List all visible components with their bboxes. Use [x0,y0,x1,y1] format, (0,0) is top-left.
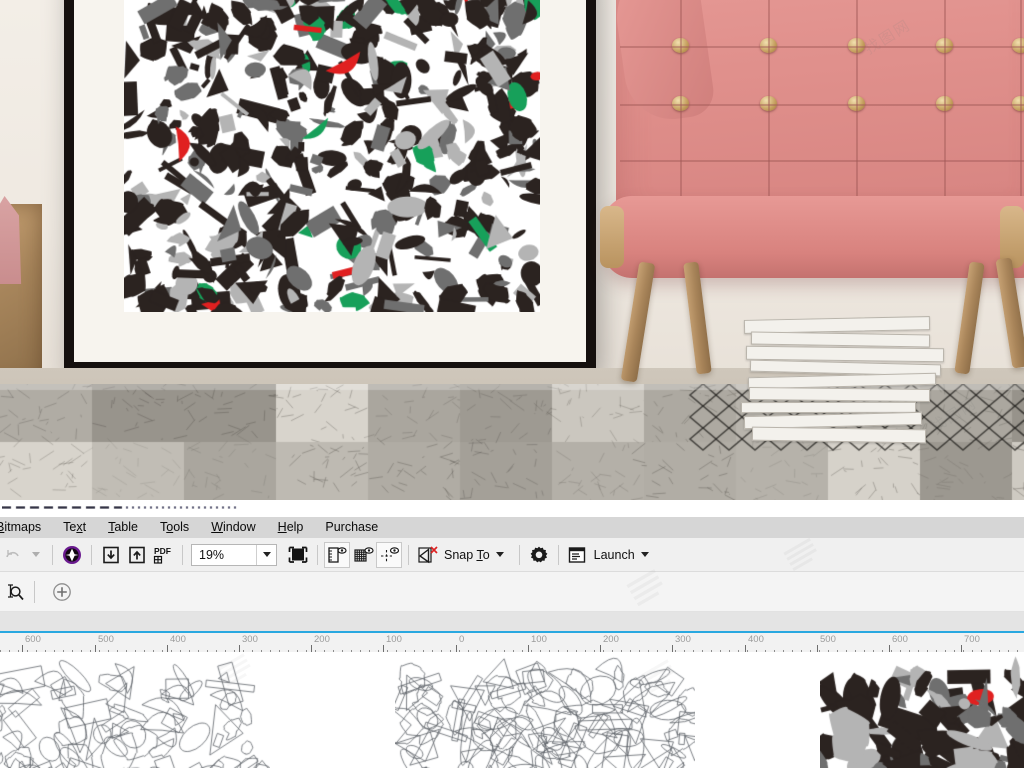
ruler-label: 100 [386,634,402,645]
ruler-major-tick [167,645,168,652]
toolbar-separator [91,544,92,565]
picture-frame [64,0,596,372]
menu-table[interactable]: Table [97,517,149,538]
show-grid-icon[interactable] [350,542,376,568]
undo-caret-icon[interactable] [32,552,40,557]
launch-label: Launch [593,547,635,562]
ruler-label: 100 [531,634,547,645]
artwork-filled-right[interactable] [820,652,1024,768]
toolbar-separator [182,544,183,565]
snap-to-caret-icon[interactable] [495,552,504,557]
ruler-major-tick [817,645,818,652]
ruler-major-tick [672,645,673,652]
launch-caret-icon[interactable] [640,552,649,557]
chair-seam [620,46,1024,48]
chair-seam [768,0,770,196]
document-edge-strip [0,500,1024,517]
toolbar-separator [52,544,53,565]
menu-text[interactable]: Text [52,517,97,538]
undo-dropdown-icon[interactable] [0,542,26,568]
ruler-major-tick [95,645,96,652]
ruler-major-tick [383,645,384,652]
menu-tools[interactable]: Tools [149,517,200,538]
svg-text:PDF: PDF [154,546,171,556]
toolbar-separator [557,544,559,565]
ruler-label: 300 [242,634,258,645]
chair-seam [680,0,682,196]
ruler-major-tick [22,645,23,652]
corel-connect-icon[interactable] [59,542,85,568]
zoom-level-combo[interactable]: 19% [191,543,277,566]
horizontal-ruler[interactable]: 600 500 400 300 200 100 0 100 200 300 400 500 600 700 [0,633,1024,652]
chair-arm-trim [600,206,624,268]
publish-pdf-icon[interactable]: PDF [150,542,176,568]
import-icon[interactable] [98,542,124,568]
book [740,401,917,414]
launch-dropdown[interactable]: Launch [591,542,658,568]
toolbar-separator [518,544,520,565]
interior-mockup-photo: 找图网 找图网 [0,0,1024,500]
menu-window[interactable]: Window [200,517,266,538]
ruler-major-tick [239,645,240,652]
chair-seat [604,196,1024,278]
add-page-button[interactable] [49,579,75,605]
chair-seam [856,0,858,196]
ruler-label: 300 [675,634,691,645]
ruler-major-tick [745,645,746,652]
ruler-major-tick [311,645,312,652]
full-screen-preview-icon[interactable] [285,542,311,568]
toolbox-band [0,612,1024,631]
chair-seam [1020,0,1022,196]
book [748,387,931,402]
snap-to-icon[interactable] [415,542,441,568]
menu-bitmaps[interactable]: Bitmaps [0,517,52,538]
text-cursor-icon[interactable] [2,579,28,605]
ruler-label: 500 [98,634,114,645]
ruler-major-tick [600,645,601,652]
ruler-label: 400 [748,634,764,645]
show-rulers-icon[interactable] [324,541,350,568]
snap-to-dropdown[interactable]: Snap To [441,542,513,568]
menu-bar[interactable]: Bitmaps Text Table Tools Window Help Purchase [0,517,1024,538]
chair-seam [620,104,1024,106]
toolbar-separator [408,544,409,565]
ruler-label: 200 [314,634,330,645]
chair-seam [944,0,946,196]
ruler-label: 600 [892,634,908,645]
menu-help[interactable]: Help [267,517,315,538]
zoom-level-value: 19% [199,547,225,562]
property-bar-separator [34,580,35,603]
ruler-label: 200 [603,634,619,645]
zoom-dropdown-arrow[interactable] [256,544,276,565]
selection-marquee [2,506,238,509]
application-window: 找图网 找图网 BitmapsTextTableToolsWindowHelpP… [0,0,1024,768]
ruler-label: 700 [964,634,980,645]
artwork-outline-left[interactable] [0,652,270,768]
snap-to-label: Snap To [444,547,490,562]
export-icon[interactable] [124,542,150,568]
property-bar [0,569,1024,612]
toolbar-separator [317,544,318,565]
show-guidelines-icon[interactable] [376,541,402,568]
framed-artwork [124,0,540,312]
standard-toolbar: PDF 19% Snap To Launch [0,537,1024,572]
options-gear-icon[interactable] [526,542,552,568]
launch-icon[interactable] [565,542,591,568]
book [751,426,927,444]
ruler-major-tick [889,645,890,652]
drawing-canvas[interactable] [0,652,1024,768]
ruler-major-tick [528,645,529,652]
ruler-label: 0 [459,634,465,645]
artwork-canvas [124,0,540,312]
menu-purchase[interactable]: Purchase [314,517,389,538]
ruler-label: 500 [820,634,836,645]
ruler-major-tick [961,645,962,652]
artwork-outline-center[interactable] [395,652,695,768]
ruler-label: 400 [170,634,186,645]
ruler-label: 600 [25,634,41,645]
chair-seam [620,160,1024,162]
ruler-major-tick [456,645,457,652]
